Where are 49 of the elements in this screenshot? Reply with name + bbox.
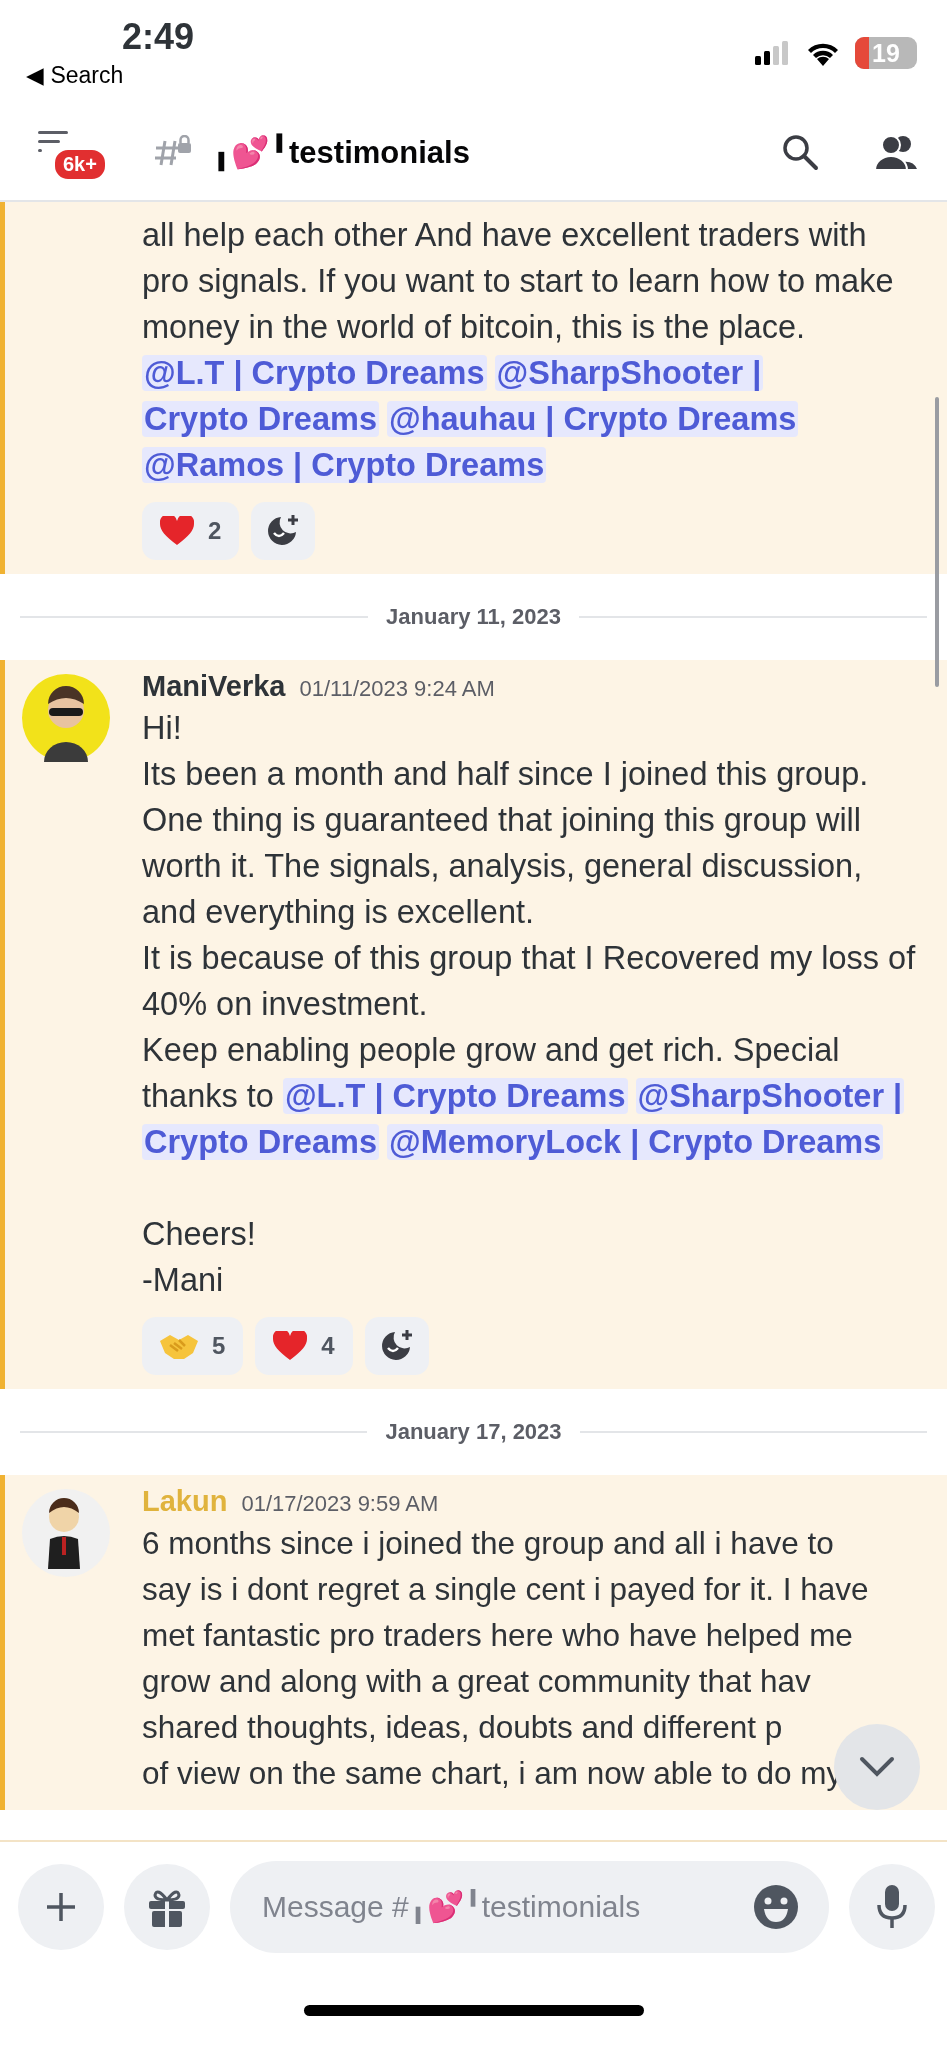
notification-badge: 6k+ — [52, 147, 108, 182]
message-input[interactable]: Message #╻💕╹testimonials — [230, 1861, 829, 1953]
message-text: grow and along with a great community that hav — [142, 1662, 811, 1701]
message-text: 6 months since i joined the group and all i have to — [142, 1524, 834, 1563]
message-text: met fantastic pro traders here who have helped me — [142, 1616, 853, 1655]
search-icon[interactable] — [781, 133, 819, 171]
message-text: Hi! — [142, 709, 183, 748]
message-text: shared thoughts, ideas, doubts and different p — [142, 1708, 783, 1747]
back-link[interactable]: ◀ Search — [26, 61, 124, 89]
reaction-button[interactable]: 5 — [142, 1317, 244, 1375]
message-text: Cheers! — [142, 1215, 257, 1254]
reaction-button[interactable]: 2 — [142, 502, 240, 560]
chevron-down-icon — [859, 1756, 895, 1778]
avatar[interactable] — [21, 674, 110, 762]
user-mention[interactable]: @SharpShooter | — [494, 355, 764, 391]
reaction-button[interactable]: 4 — [255, 1317, 353, 1375]
add-reaction-button[interactable] — [364, 1317, 429, 1375]
user-mention[interactable]: Crypto Dreams — [142, 1124, 379, 1160]
microphone-icon — [877, 1885, 907, 1929]
heart-icon — [160, 516, 194, 546]
signal-icon — [755, 41, 791, 65]
channel-title: ╻💕╹testimonials — [212, 133, 471, 171]
message-text: Its been a month and half since I joined this group. One thing is guaranteed that joining this group will worth it. The signals, analysis, general discussion, and everything is excellent. — [142, 755, 870, 932]
message-text: all help each other And have excellent traders with pro signals. If you want to start to learn how to make money in the world of bitcoin, this is the place. @L.T | Crypto Dreams @SharpShooter | Crypto Dreams @hauhau | Crypto Dreams @Ramos | Crypto Dreams — [142, 216, 895, 485]
add-reaction-button[interactable] — [251, 502, 316, 560]
message-text: say is i dont regret a single cent i payed for it. I have — [142, 1570, 869, 1609]
heart-icon — [273, 1331, 308, 1361]
user-mention[interactable]: @L.T | Crypto Dreams — [142, 355, 487, 391]
members-icon[interactable] — [873, 133, 917, 171]
user-mention[interactable]: @Ramos | Crypto Dreams — [142, 447, 547, 483]
user-mention[interactable]: @L.T | Crypto Dreams — [282, 1078, 628, 1114]
timestamp: 01/17/2023 9:59 AM — [241, 1491, 439, 1517]
author-name[interactable]: ManiVerka — [142, 670, 286, 703]
scrollbar[interactable] — [935, 397, 939, 687]
user-mention[interactable]: @SharpShooter | — [635, 1078, 905, 1114]
user-mention[interactable]: @MemoryLock | Crypto Dreams — [387, 1124, 884, 1160]
user-mention[interactable]: @hauhau | Crypto Dreams — [387, 401, 799, 437]
message-text: Keep enabling people grow and get rich. Special thanks to @L.T | Crypto Dreams @SharpShooter | Crypto Dreams @MemoryLock | Crypto Dreams — [142, 1031, 906, 1162]
user-mention[interactable]: Crypto Dreams — [142, 401, 379, 437]
clock-time: 2:49 — [122, 15, 195, 58]
date-divider: January 17, 2023 — [385, 1419, 562, 1445]
date-divider: January 11, 2023 — [386, 604, 561, 630]
message-text: -Mani — [142, 1261, 225, 1300]
battery-indicator: 19 — [855, 37, 917, 69]
timestamp: 01/11/2023 9:24 AM — [299, 676, 495, 702]
message-text: It is because of this group that I Recovered my loss of 40% on investment. — [142, 939, 917, 1024]
avatar[interactable] — [21, 1489, 110, 1577]
emoji-icon[interactable] — [753, 1884, 799, 1930]
plus-icon — [45, 1891, 77, 1923]
